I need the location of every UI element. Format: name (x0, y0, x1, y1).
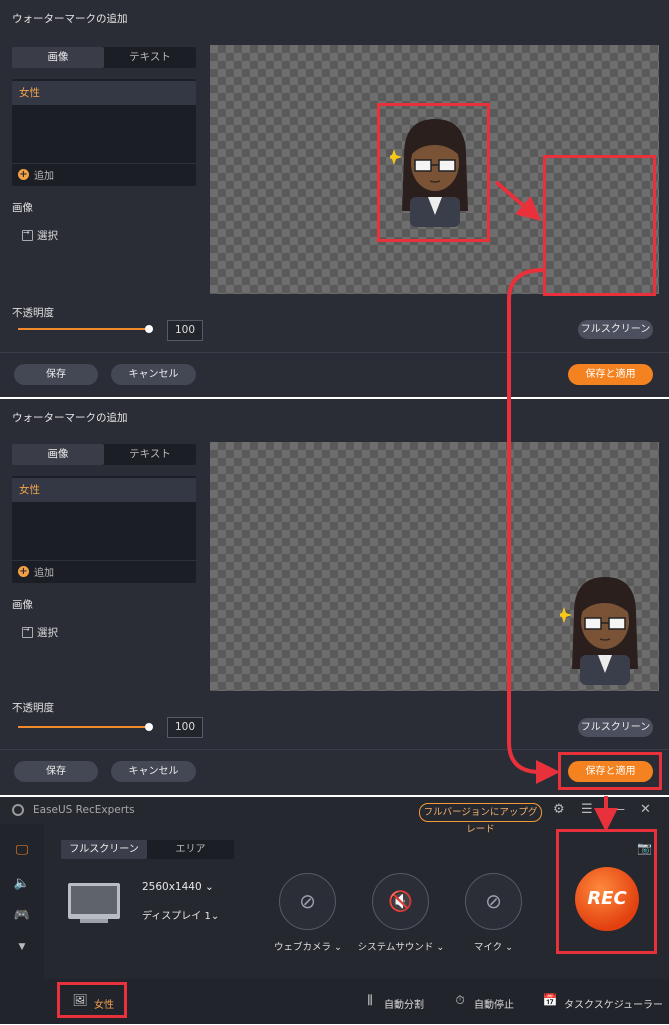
plus-icon: + (18, 566, 29, 577)
audio-record-icon[interactable]: 🔈 (12, 874, 32, 894)
fullscreen-preview-button[interactable]: フルスクリーン (578, 718, 653, 737)
divider (0, 749, 669, 750)
highlight-box-rec (556, 829, 657, 954)
chevron-down-icon: ⌄ (205, 881, 214, 893)
display-value: ディスプレイ 1 (142, 911, 211, 922)
highlight-box-avatar (377, 103, 490, 242)
opacity-slider-handle[interactable] (145, 325, 153, 333)
tab-image[interactable]: 画像 (12, 47, 104, 68)
watermark-type-tabs: 画像 テキスト (12, 444, 196, 465)
resolution-dropdown[interactable]: 2560x1440 ⌄ (142, 881, 214, 893)
watermark-list: 女性 + 追加 (12, 79, 196, 186)
mic-toggle[interactable]: ⊘ (465, 873, 522, 930)
game-record-icon[interactable]: 🎮 (12, 906, 32, 926)
opacity-slider[interactable] (18, 723, 153, 731)
watermark-list: 女性 + 追加 (12, 476, 196, 583)
monitor-icon (68, 883, 120, 919)
menu-icon[interactable]: ☰ (581, 802, 593, 817)
resolution-value: 2560x1440 (142, 881, 202, 893)
image-section-label: 画像 (12, 599, 33, 611)
watermark-dialog-after: ウォーターマークの追加 画像 テキスト 女性 + 追加 画像 選択 不透明度 1… (0, 399, 669, 795)
chevron-down-icon: ⌄ (210, 911, 220, 922)
select-image-button[interactable]: 選択 (22, 625, 58, 640)
auto-split-label[interactable]: 自動分割 (384, 996, 424, 1011)
close-icon[interactable]: ✕ (640, 802, 651, 817)
select-label: 選択 (37, 230, 58, 242)
opacity-slider-handle[interactable] (145, 723, 153, 731)
system-sound-toggle[interactable]: 🔇 (372, 873, 429, 930)
tab-text[interactable]: テキスト (104, 444, 196, 465)
webcam-toggle[interactable]: ⊘ (279, 873, 336, 930)
save-button[interactable]: 保存 (14, 364, 98, 385)
import-icon (22, 228, 33, 241)
highlight-box-target (543, 155, 656, 296)
settings-icon[interactable]: ⚙ (553, 802, 565, 817)
cancel-button[interactable]: キャンセル (111, 364, 196, 385)
fullscreen-preview-button[interactable]: フルスクリーン (578, 320, 653, 339)
plus-icon: + (18, 169, 29, 180)
add-watermark-button[interactable]: + 追加 (18, 167, 54, 182)
minimize-icon[interactable]: — (612, 802, 625, 817)
display-dropdown[interactable]: ディスプレイ 1⌄ (142, 907, 219, 922)
opacity-value-input[interactable]: 100 (167, 717, 203, 738)
system-sound-label[interactable]: システムサウンド ⌄ (352, 939, 450, 953)
opacity-slider[interactable] (18, 325, 153, 333)
upgrade-button[interactable]: フルバージョンにアップグレード (419, 803, 542, 835)
watermark-dialog-before: ウォーターマークの追加 画像 テキスト 女性 + 追加 画像 選択 不透明度 1… (0, 0, 669, 397)
save-and-apply-button[interactable]: 保存と適用 (568, 364, 653, 385)
preview-canvas (210, 442, 659, 691)
mic-off-icon: ⊘ (485, 889, 502, 913)
divider (0, 352, 669, 353)
expand-down-icon[interactable]: ▼ (12, 937, 32, 957)
monitor-stand (80, 919, 108, 923)
tab-image[interactable]: 画像 (12, 444, 104, 465)
watermark-type-tabs: 画像 テキスト (12, 47, 196, 68)
highlight-box-watermark (57, 982, 127, 1018)
auto-stop-icon[interactable]: ⏱ (452, 992, 468, 1008)
add-label: 追加 (34, 568, 54, 579)
auto-split-icon[interactable]: ⫼ (362, 992, 378, 1008)
title-bar: EaseUS RecExperts フルバージョンにアップグレード ⚙ ☰ — … (0, 797, 669, 835)
add-watermark-button[interactable]: + 追加 (18, 564, 54, 579)
select-image-button[interactable]: 選択 (22, 228, 58, 243)
add-label: 追加 (34, 171, 54, 182)
opacity-label: 不透明度 (12, 307, 54, 319)
system-sound-label-text: システムサウンド (357, 942, 434, 953)
opacity-label: 不透明度 (12, 702, 54, 714)
tab-area[interactable]: エリア (147, 840, 234, 859)
mic-label-text: マイク (473, 942, 503, 953)
recexperts-main-window: EaseUS RecExperts フルバージョンにアップグレード ⚙ ☰ — … (0, 797, 669, 1024)
app-logo-icon (12, 804, 24, 816)
dialog-title: ウォーターマークの追加 (12, 412, 128, 424)
woman-avatar-image[interactable] (560, 570, 650, 688)
task-scheduler-label[interactable]: タスクスケジューラー (564, 996, 663, 1011)
mic-label[interactable]: マイク ⌄ (465, 939, 522, 953)
save-button[interactable]: 保存 (14, 761, 98, 782)
webcam-label-text: ウェブカメラ (274, 942, 332, 953)
app-title: EaseUS RecExperts (33, 804, 135, 816)
select-label: 選択 (37, 627, 58, 639)
divider (12, 560, 196, 561)
watermark-list-item[interactable]: 女性 (12, 478, 196, 502)
divider (12, 163, 196, 164)
dialog-title: ウォーターマークの追加 (12, 13, 128, 25)
auto-stop-label[interactable]: 自動停止 (474, 996, 514, 1011)
webcam-off-icon: ⊘ (299, 889, 316, 913)
tab-fullscreen[interactable]: フルスクリーン (61, 840, 147, 859)
opacity-value-input[interactable]: 100 (167, 320, 203, 341)
watermark-list-item[interactable]: 女性 (12, 81, 196, 105)
webcam-label[interactable]: ウェブカメラ ⌄ (266, 939, 350, 953)
cancel-button[interactable]: キャンセル (111, 761, 196, 782)
image-section-label: 画像 (12, 202, 33, 214)
speaker-off-icon: 🔇 (388, 889, 413, 913)
tab-text[interactable]: テキスト (104, 47, 196, 68)
task-scheduler-icon[interactable]: 📅 (542, 992, 558, 1008)
screen-record-icon[interactable]: 🖵 (12, 841, 32, 861)
highlight-box-save-apply (558, 752, 662, 790)
import-icon (22, 625, 33, 638)
